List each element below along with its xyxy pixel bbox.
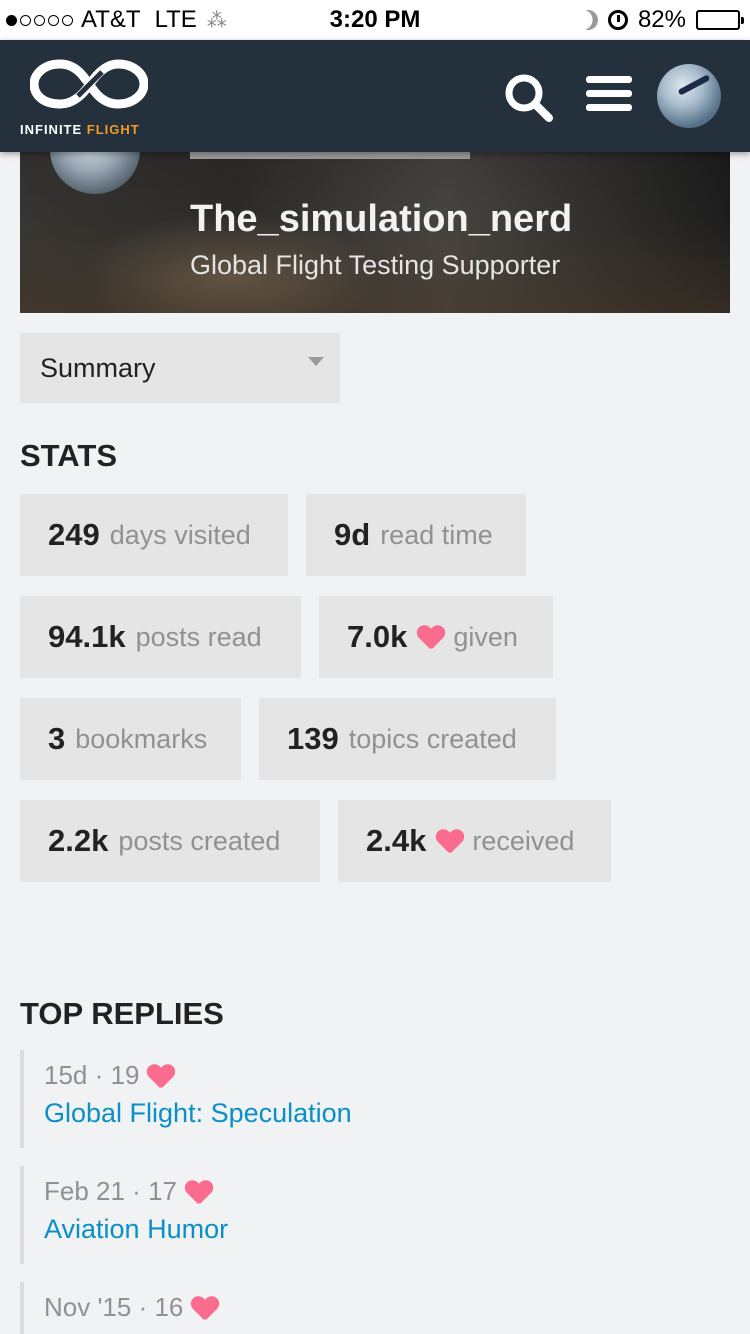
battery-icon <box>696 10 744 30</box>
meta-separator: · <box>131 1292 155 1322</box>
stat-label: posts created <box>118 825 281 856</box>
hamburger-menu-icon[interactable] <box>586 76 632 116</box>
stat-likes-received: 2.4k received <box>338 800 611 882</box>
stat-topics-created: 139 topics created <box>259 698 556 780</box>
app-header: INFINITE FLIGHT <box>0 40 750 152</box>
stat-label: days visited <box>109 519 251 550</box>
stat-bookmarks: 3 bookmarks <box>20 698 241 780</box>
heart-icon <box>436 830 464 854</box>
top-replies-heading: TOP REPLIES <box>20 996 224 1031</box>
heart-icon <box>191 1297 219 1321</box>
stat-label: read time <box>380 519 493 550</box>
stat-value: 94.1k <box>48 619 126 654</box>
stat-value: 249 <box>48 517 100 552</box>
profile-user-title: Global Flight Testing Supporter <box>190 250 561 280</box>
stat-posts-created: 2.2k posts created <box>20 800 320 882</box>
stat-value: 7.0k <box>347 619 408 654</box>
alarm-icon <box>607 10 628 30</box>
meta-separator: · <box>87 1060 111 1090</box>
battery-percent: 82% <box>637 6 686 33</box>
stat-likes-given: 7.0k given <box>319 596 553 678</box>
stat-label: topics created <box>348 723 517 754</box>
reply-meta: 15d · 19 <box>44 1060 183 1091</box>
profile-username: The_simulation_nerd <box>190 198 573 240</box>
stat-value: 2.4k <box>366 823 427 858</box>
reply-like-count: 17 <box>148 1176 177 1206</box>
meta-separator: · <box>124 1176 149 1206</box>
top-reply-item: Feb 21 · 17 Aviation Humor <box>20 1166 720 1264</box>
heart-icon <box>185 1181 213 1205</box>
reply-meta: Feb 21 · 17 <box>44 1176 221 1207</box>
stat-posts-read: 94.1k posts read <box>20 596 301 678</box>
logo-word-infinite: INFINITE <box>20 122 83 137</box>
profile-banner: The_simulation_nerd Global Flight Testin… <box>20 152 730 313</box>
logo-word-flight: FLIGHT <box>86 122 140 137</box>
reply-date[interactable]: Feb 21 <box>44 1176 125 1207</box>
stat-value: 3 <box>48 721 66 756</box>
user-avatar-button[interactable] <box>657 64 721 128</box>
top-reply-item: Nov '15 · 16 <box>20 1282 720 1334</box>
stat-value: 2.2k <box>48 823 109 858</box>
stat-label: posts read <box>135 621 262 652</box>
search-icon[interactable] <box>503 72 555 124</box>
reply-like-count: 16 <box>154 1292 184 1322</box>
stat-label: received <box>472 825 575 856</box>
reply-topic-link[interactable]: Aviation Humor <box>44 1214 228 1245</box>
status-bar: AT&T LTE ⁂ 3:20 PM 82% <box>0 0 750 40</box>
stat-value: 9d <box>334 517 371 552</box>
airplane-photo-icon <box>677 74 711 96</box>
infinite-flight-logo[interactable]: INFINITE FLIGHT <box>18 54 163 138</box>
reply-meta: Nov '15 · 16 <box>44 1292 227 1323</box>
caret-down-icon <box>308 357 324 366</box>
stat-read-time: 9d read time <box>306 494 526 576</box>
profile-view-select[interactable]: Summary <box>20 333 340 403</box>
profile-view-selected: Summary <box>40 352 156 383</box>
logo-wordmark: INFINITE FLIGHT <box>20 122 140 137</box>
heart-icon <box>147 1065 175 1089</box>
reply-topic-link[interactable]: Global Flight: Speculation <box>44 1098 352 1129</box>
reply-date[interactable]: Nov '15 <box>44 1292 131 1323</box>
profile-avatar <box>50 152 140 194</box>
status-right: 82% <box>575 6 744 34</box>
top-reply-item: 15d · 19 Global Flight: Speculation <box>20 1050 720 1148</box>
banner-divider <box>190 152 470 159</box>
stat-label: bookmarks <box>75 723 208 754</box>
stat-days-visited: 249 days visited <box>20 494 288 576</box>
heart-icon <box>417 626 445 650</box>
do-not-disturb-icon <box>575 7 601 33</box>
stat-label: given <box>453 621 518 652</box>
reply-like-count: 19 <box>110 1060 140 1090</box>
reply-date[interactable]: 15d <box>44 1060 87 1091</box>
infinity-logo-icon <box>30 59 148 109</box>
stat-value: 139 <box>287 721 339 756</box>
stats-heading: STATS <box>20 438 118 473</box>
